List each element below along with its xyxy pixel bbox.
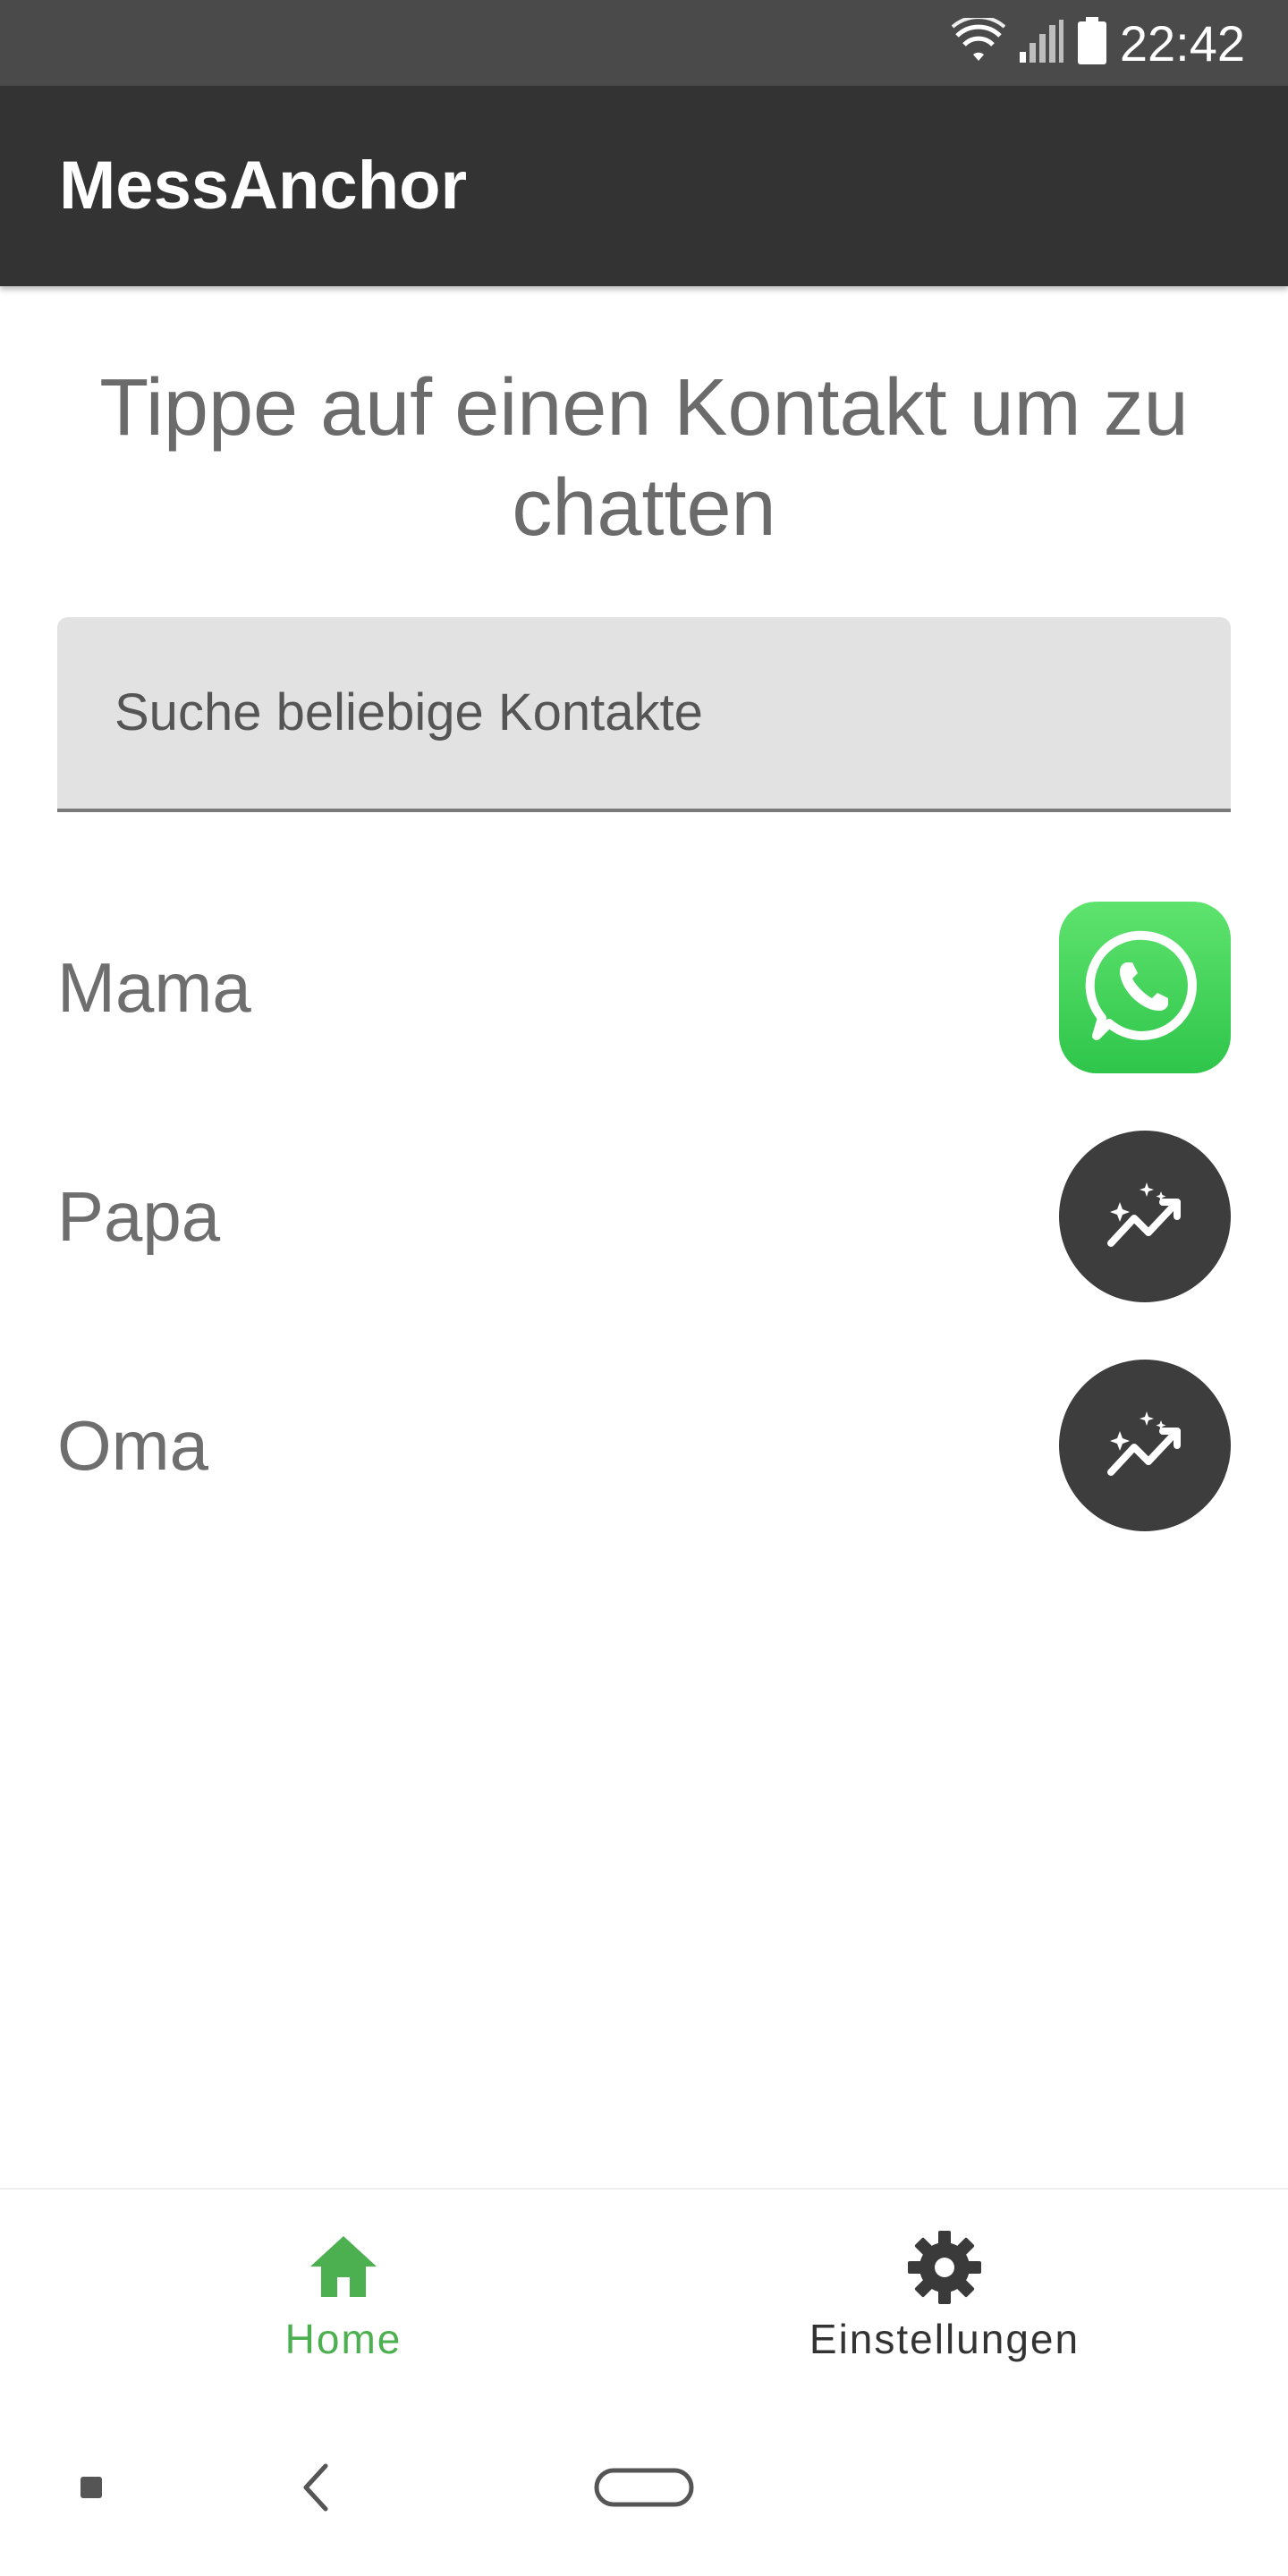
recent-apps-button[interactable] [63, 2402, 120, 2576]
sparkle-chart-icon [1102, 1179, 1188, 1255]
nav-item-home[interactable]: Home [21, 2190, 665, 2404]
gear-icon [904, 2227, 985, 2308]
sparkle-chart-icon [1102, 1408, 1188, 1484]
contact-row-mama[interactable]: Mama [57, 900, 1231, 1075]
page-heading: Tippe auf einen Kontakt um zu chatten [99, 363, 1189, 553]
whatsapp-icon [1082, 923, 1208, 1053]
screen: 22:42 MessAnchor Tippe auf einen Kontakt… [0, 0, 1288, 2576]
nav-item-settings[interactable]: Einstellungen [623, 2190, 1267, 2404]
search-input[interactable]: Suche beliebige Kontakte [57, 617, 1231, 812]
system-navigation-bar [0, 2402, 1288, 2576]
back-button[interactable] [286, 2402, 343, 2576]
status-bar: 22:42 [0, 0, 1288, 86]
home-icon [303, 2227, 384, 2308]
wifi-icon [951, 14, 1006, 69]
contact-row-papa[interactable]: Papa [57, 1129, 1231, 1304]
battery-icon [1077, 16, 1107, 70]
contact-name: Oma [57, 1406, 209, 1485]
contact-row-oma[interactable]: Oma [57, 1358, 1231, 1533]
ai-chat-button[interactable] [1059, 1131, 1231, 1302]
contact-name: Mama [57, 948, 251, 1027]
status-icons: 22:42 [951, 0, 1245, 86]
square-icon [80, 2476, 103, 2504]
app-title: MessAnchor [59, 148, 468, 224]
nav-label-settings: Einstellungen [809, 2316, 1080, 2362]
signal-icon [1018, 18, 1064, 69]
pill-icon [594, 2468, 694, 2512]
home-system-button[interactable] [590, 2402, 698, 2576]
nav-label-home: Home [284, 2316, 402, 2362]
bottom-navigation: Home Einstellungen [0, 2188, 1288, 2404]
back-arrow-icon [297, 2461, 333, 2519]
search-placeholder: Suche beliebige Kontakte [114, 683, 703, 741]
contact-name: Papa [57, 1177, 221, 1256]
app-bar: MessAnchor [0, 86, 1288, 286]
status-time: 22:42 [1119, 14, 1245, 72]
ai-chat-button[interactable] [1059, 1360, 1231, 1531]
whatsapp-button[interactable] [1059, 902, 1231, 1073]
